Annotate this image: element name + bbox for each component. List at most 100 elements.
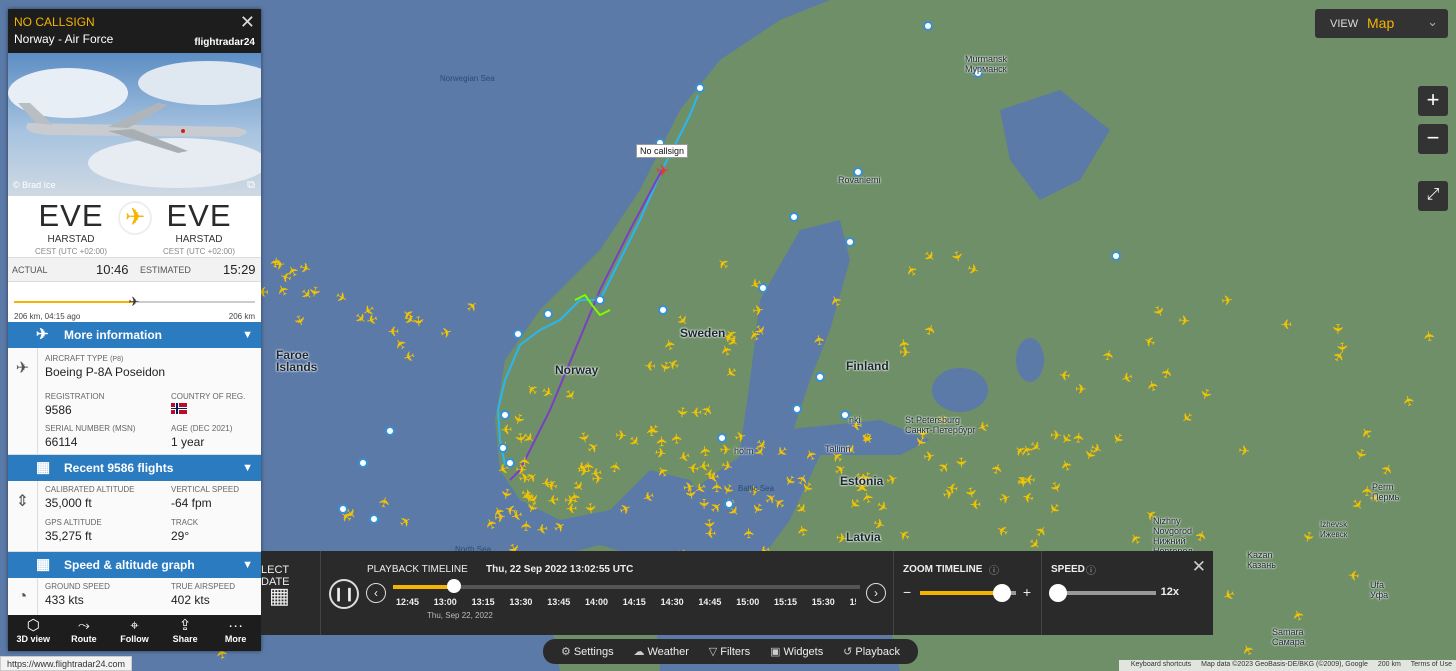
traffic-aircraft-icon[interactable]: ✈	[517, 455, 534, 468]
traffic-aircraft-icon[interactable]: ✈	[565, 499, 578, 516]
aircraft-callsign-tag[interactable]: No callsign	[636, 144, 689, 158]
terms-link[interactable]: Terms of Use	[1411, 661, 1452, 668]
help-icon[interactable]: ⓘ	[1086, 562, 1096, 577]
traffic-aircraft-icon[interactable]: ✈	[669, 432, 686, 445]
airport-pin-icon[interactable]	[758, 283, 768, 293]
traffic-aircraft-icon[interactable]: ✈	[645, 425, 661, 437]
zoom-in-button[interactable]: +	[1418, 86, 1448, 116]
speed-handle[interactable]	[1049, 584, 1067, 602]
traffic-aircraft-icon[interactable]: ✈	[922, 448, 936, 465]
airport-pin-icon[interactable]	[923, 21, 933, 31]
traffic-aircraft-icon[interactable]: ✈	[969, 495, 982, 512]
airport-pin-icon[interactable]	[789, 212, 799, 222]
photo-credit[interactable]: © Brad Ice	[13, 180, 56, 190]
traffic-aircraft-icon[interactable]: ✈	[387, 322, 399, 338]
airport-pin-icon[interactable]	[695, 83, 705, 93]
traffic-aircraft-icon[interactable]: ✈	[1329, 323, 1345, 335]
timeline-handle[interactable]	[446, 579, 461, 593]
more-button[interactable]: ··· More	[210, 615, 261, 651]
zoom-minus-button[interactable]: −	[903, 584, 911, 600]
destination-airport[interactable]: EVE HARSTAD CEST (UTC +02:00)	[144, 198, 254, 256]
speed-slider[interactable]	[1049, 584, 1156, 602]
close-icon[interactable]: ✕	[240, 12, 255, 33]
airport-pin-icon[interactable]	[595, 295, 605, 305]
aircraft-photo[interactable]: © Brad Ice ⧉	[8, 53, 261, 196]
follow-button[interactable]: ⌖ Follow	[109, 615, 160, 651]
recent-flights-header[interactable]: ▦ Recent 9586 flights ▼	[8, 455, 261, 481]
traffic-aircraft-icon[interactable]: ✈	[520, 491, 536, 503]
traffic-aircraft-icon[interactable]: ✈	[1014, 476, 1030, 488]
traffic-aircraft-icon[interactable]: ✈	[811, 333, 829, 347]
view-selector[interactable]: VIEW Map ⌄	[1315, 9, 1448, 38]
traffic-aircraft-icon[interactable]: ✈	[644, 357, 656, 373]
traffic-aircraft-icon[interactable]: ✈	[697, 444, 715, 458]
traffic-aircraft-icon[interactable]: ✈	[581, 502, 598, 515]
traffic-aircraft-icon[interactable]: ✈	[519, 520, 535, 532]
airport-pin-icon[interactable]	[358, 458, 368, 468]
airport-pin-icon[interactable]	[513, 329, 523, 339]
chevron-left-icon[interactable]: ‹	[366, 583, 386, 603]
graph-header[interactable]: ▦ Speed & altitude graph ▼	[8, 552, 261, 578]
settings-button[interactable]: ⚙ Settings	[561, 645, 614, 658]
traffic-aircraft-icon[interactable]: ✈	[1347, 566, 1360, 583]
zoom-out-button[interactable]: −	[1418, 124, 1448, 154]
traffic-aircraft-icon[interactable]: ✈	[899, 345, 911, 361]
fullscreen-icon[interactable]: ⤢	[1418, 181, 1448, 211]
traffic-aircraft-icon[interactable]: ✈	[719, 442, 732, 459]
airport-pin-icon[interactable]	[338, 504, 348, 514]
traffic-aircraft-icon[interactable]: ✈	[540, 473, 554, 491]
widgets-icon: ▣	[770, 646, 781, 658]
airport-pin-icon[interactable]	[724, 499, 734, 509]
traffic-aircraft-icon[interactable]: ✈	[591, 471, 604, 488]
zoom-handle[interactable]	[992, 584, 1011, 602]
filters-button[interactable]: ▽ Filters	[709, 645, 750, 658]
traffic-aircraft-icon[interactable]: ✈	[1280, 315, 1292, 331]
traffic-aircraft-icon[interactable]: ✈	[1071, 431, 1088, 444]
traffic-aircraft-icon[interactable]: ✈	[1220, 292, 1234, 309]
airport-pin-icon[interactable]	[658, 305, 668, 315]
airport-pin-icon[interactable]	[1111, 251, 1121, 261]
airport-pin-icon[interactable]	[845, 237, 855, 247]
traffic-aircraft-icon[interactable]: ✈	[952, 456, 969, 469]
help-icon[interactable]: ⓘ	[989, 562, 999, 577]
more-info-header[interactable]: ✈ More information ▼	[8, 322, 261, 348]
traffic-aircraft-icon[interactable]: ✈	[654, 435, 671, 448]
airport-pin-icon[interactable]	[840, 410, 850, 420]
traffic-aircraft-icon[interactable]: ✈	[673, 406, 690, 420]
airport-pin-icon[interactable]	[505, 458, 515, 468]
traffic-aircraft-icon[interactable]: ✈	[704, 524, 717, 541]
zoom-plus-button[interactable]: +	[1023, 584, 1031, 600]
airport-pin-icon[interactable]	[498, 443, 508, 453]
airport-pin-icon[interactable]	[717, 433, 727, 443]
airport-pin-icon[interactable]	[385, 426, 395, 436]
airport-pin-icon[interactable]	[500, 410, 510, 420]
traffic-aircraft-icon[interactable]: ✈	[1178, 313, 1191, 330]
zoom-slider[interactable]	[920, 584, 1016, 602]
airport-pin-icon[interactable]	[815, 372, 825, 382]
traffic-aircraft-icon[interactable]: ✈	[742, 527, 758, 539]
airport-pin-icon[interactable]	[792, 404, 802, 414]
share-button[interactable]: ⇪ Share	[160, 615, 211, 651]
traffic-aircraft-icon[interactable]: ✈	[751, 302, 765, 319]
3d-view-button[interactable]: ⬡ 3D view	[8, 615, 59, 651]
widgets-button[interactable]: ▣ Widgets	[770, 645, 823, 658]
close-icon[interactable]: ✕	[1192, 557, 1206, 577]
origin-airport[interactable]: EVE HARSTAD CEST (UTC +02:00)	[16, 198, 126, 256]
traffic-aircraft-icon[interactable]: ✈	[690, 403, 702, 419]
weather-button[interactable]: ☁ Weather	[633, 645, 688, 658]
pause-button[interactable]: ❙❙	[329, 579, 359, 609]
route-button[interactable]: ⤳ Route	[59, 615, 110, 651]
external-link-icon[interactable]: ⧉	[247, 179, 255, 192]
airport-pin-icon[interactable]	[369, 514, 379, 524]
keyboard-shortcuts-link[interactable]: Keyboard shortcuts	[1131, 661, 1191, 668]
traffic-aircraft-icon[interactable]: ✈	[268, 256, 285, 270]
traffic-aircraft-icon[interactable]: ✈	[1075, 382, 1087, 398]
select-date[interactable]: LECT DATE ▦	[261, 551, 321, 635]
playback-button[interactable]: ↺ Playback	[843, 645, 900, 658]
airport-pin-icon[interactable]	[543, 309, 553, 319]
traffic-aircraft-icon[interactable]: ✈	[1058, 366, 1072, 383]
traffic-aircraft-icon[interactable]: ✈	[1238, 443, 1251, 460]
playback-timeline[interactable]	[393, 579, 860, 593]
chevron-right-icon[interactable]: ›	[866, 583, 886, 603]
traffic-aircraft-icon[interactable]: ✈	[409, 315, 426, 328]
